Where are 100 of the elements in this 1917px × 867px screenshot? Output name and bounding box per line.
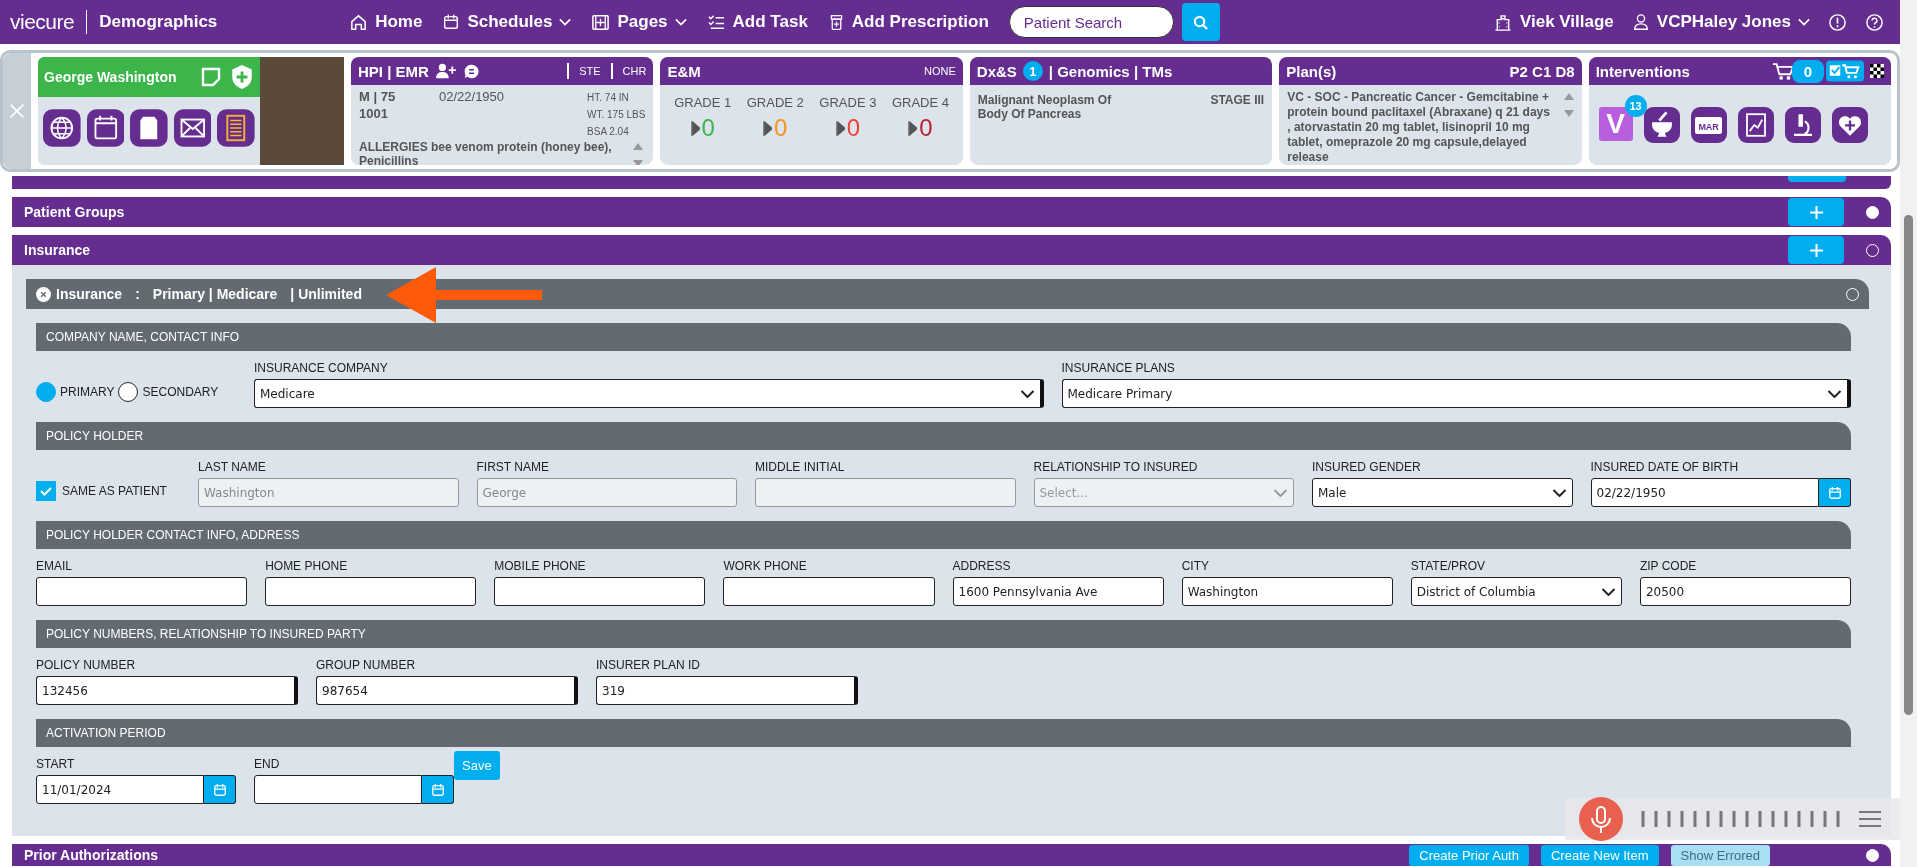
help-button[interactable] bbox=[1865, 12, 1884, 32]
toggle-circle[interactable] bbox=[1866, 848, 1879, 862]
field-label: EMAIL bbox=[36, 559, 73, 573]
plus-square-icon bbox=[591, 12, 611, 32]
card-title[interactable]: Interventions bbox=[1595, 62, 1690, 80]
patient-search-field[interactable]: Patient Search bbox=[1008, 6, 1174, 38]
microscope-icon[interactable] bbox=[1784, 107, 1821, 143]
checkered-flag-icon[interactable] bbox=[1870, 64, 1885, 78]
text-field[interactable] bbox=[265, 577, 477, 606]
help-icon bbox=[1865, 12, 1884, 32]
building-icon bbox=[1492, 12, 1513, 32]
card-title[interactable]: Dx&S bbox=[976, 62, 1017, 80]
text-field[interactable]: 20500 bbox=[1639, 577, 1851, 606]
date-picker-button[interactable] bbox=[422, 775, 454, 804]
grade-count[interactable]: 0 bbox=[919, 114, 933, 142]
count-badge: 13 bbox=[1624, 95, 1647, 117]
nav-menu-link[interactable]: Add Prescription bbox=[827, 12, 989, 32]
nav-menu-link[interactable]: Add Task bbox=[706, 12, 808, 32]
search-button[interactable] bbox=[1181, 3, 1220, 41]
date-field[interactable]: 11/01/2024 bbox=[36, 775, 204, 804]
card-title[interactable]: E&M bbox=[667, 62, 701, 80]
calendar-icon[interactable] bbox=[86, 109, 125, 147]
radio-option[interactable]: SECONDARY bbox=[118, 382, 219, 402]
date-field[interactable] bbox=[254, 775, 422, 804]
tag-icon[interactable] bbox=[130, 109, 168, 147]
field-label: INSURANCE PLANS bbox=[1061, 361, 1176, 375]
section-title[interactable]: Patient Groups bbox=[24, 204, 125, 220]
patient-id-text: 1001 bbox=[359, 106, 389, 123]
dropdown-field[interactable]: Medicare Primary bbox=[1061, 379, 1851, 408]
note-icon[interactable] bbox=[200, 66, 222, 88]
card-title[interactable]: Plan(s) bbox=[1286, 62, 1337, 80]
grade-label: GRADE 2 bbox=[746, 95, 804, 110]
dropdown-field[interactable]: District of Columbia bbox=[1410, 577, 1622, 606]
line-chart-icon[interactable] bbox=[1737, 107, 1774, 143]
ste-link[interactable]: STE bbox=[579, 65, 601, 77]
alert-button[interactable] bbox=[1828, 12, 1847, 32]
nav-menu-link[interactable]: Schedules bbox=[442, 12, 572, 32]
text-field[interactable]: 987654 bbox=[316, 676, 578, 705]
text-field[interactable] bbox=[494, 577, 706, 606]
section-title[interactable]: Prior Authorizations bbox=[24, 847, 159, 863]
heart-plus-icon[interactable] bbox=[1831, 107, 1868, 143]
cart-icon[interactable] bbox=[1771, 61, 1794, 81]
text-field[interactable] bbox=[36, 577, 248, 606]
field-label: STATE/PROV bbox=[1410, 559, 1486, 573]
record-term: | Unlimited bbox=[290, 286, 362, 302]
checked-cart-icon[interactable] bbox=[1826, 60, 1865, 82]
add-user-icon[interactable] bbox=[434, 62, 457, 80]
patient-name: George Washington bbox=[44, 69, 178, 85]
weight-text: WT. 175 LBS bbox=[587, 108, 646, 122]
radio-option[interactable]: PRIMARY bbox=[36, 382, 115, 402]
close-icon[interactable] bbox=[36, 286, 51, 302]
field-label: INSURER PLAN ID bbox=[596, 658, 702, 672]
date-picker-button[interactable] bbox=[204, 775, 236, 804]
mar-button[interactable]: MAR bbox=[1690, 107, 1727, 143]
dropdown-field[interactable]: Medicare bbox=[254, 379, 1044, 408]
app-logo[interactable]: viecure bbox=[10, 10, 88, 34]
mail-icon[interactable] bbox=[173, 109, 212, 147]
group-title: COMPANY NAME, CONTACT INFO bbox=[46, 330, 240, 344]
record-header[interactable]: Insurance : Primary | Medicare | Unlimited bbox=[26, 279, 1869, 309]
date-field[interactable]: 02/22/1950 bbox=[1590, 478, 1819, 507]
mortar-pestle-icon[interactable] bbox=[1643, 107, 1680, 143]
count-badge: 1 bbox=[1022, 61, 1043, 81]
play-icon bbox=[690, 120, 700, 136]
document-icon[interactable] bbox=[217, 109, 255, 147]
location-menu[interactable]: Viek Village bbox=[1492, 12, 1614, 32]
section-header[interactable]: Patient Groups bbox=[12, 197, 1891, 227]
toggle-circle[interactable] bbox=[1866, 205, 1879, 219]
user-menu[interactable]: VCPHaley Jones bbox=[1631, 12, 1810, 32]
chat-icon[interactable] bbox=[462, 62, 480, 80]
home-icon bbox=[349, 12, 369, 32]
chr-link[interactable]: CHR bbox=[622, 65, 647, 77]
date-picker-button[interactable] bbox=[1819, 478, 1851, 507]
text-field[interactable] bbox=[723, 577, 935, 606]
calendar-icon bbox=[1827, 485, 1842, 500]
nav-menu-link[interactable]: Home bbox=[349, 12, 423, 32]
field-label: INSURED DATE OF BIRTH bbox=[1590, 460, 1740, 474]
field-label: LAST NAME bbox=[198, 460, 267, 474]
text-field[interactable]: 319 bbox=[596, 676, 858, 705]
separator-text: : bbox=[135, 286, 140, 302]
page-title: Demographics bbox=[98, 12, 219, 32]
card-title[interactable]: HPI | EMR bbox=[358, 62, 429, 80]
field-label: CITY bbox=[1181, 559, 1210, 573]
microphone-icon[interactable] bbox=[1579, 797, 1623, 841]
section-header[interactable]: Insurance bbox=[12, 235, 1891, 265]
nav-menu-link[interactable]: Pages bbox=[591, 12, 687, 32]
dropdown-field[interactable]: Male bbox=[1312, 478, 1573, 507]
text-field[interactable]: 132456 bbox=[36, 676, 298, 705]
text-field[interactable]: Washington bbox=[1181, 577, 1393, 606]
card-title[interactable]: | Genomics | TMs bbox=[1048, 62, 1173, 80]
date-of-birth-text: 02/22/1950 bbox=[439, 89, 506, 106]
chevron-down-icon bbox=[1600, 587, 1616, 596]
text-field[interactable]: 1600 Pennsylvania Ave bbox=[952, 577, 1164, 606]
shield-plus-icon[interactable] bbox=[230, 64, 254, 90]
menu-icon[interactable] bbox=[1859, 811, 1881, 827]
scrollbar[interactable] bbox=[1900, 0, 1917, 867]
section-title[interactable]: Insurance bbox=[24, 242, 91, 258]
field-label: ADDRESS bbox=[952, 559, 1012, 573]
globe-icon[interactable] bbox=[43, 109, 81, 147]
checkbox-option[interactable]: SAME AS PATIENT bbox=[36, 481, 186, 507]
field-label: MOBILE PHONE bbox=[494, 559, 587, 573]
